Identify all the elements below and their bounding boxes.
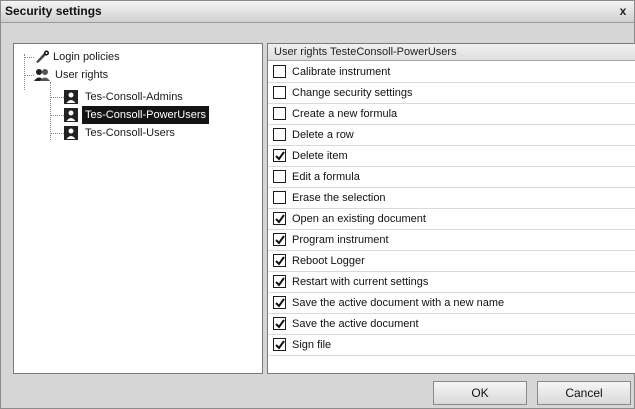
permission-row: Edit a formula [268,167,635,188]
tree-connector [24,54,25,90]
permission-checkbox[interactable] [273,338,286,351]
cancel-button[interactable]: Cancel [537,381,631,405]
permission-checkbox[interactable] [273,86,286,99]
permission-label: Save the active document with a new name [292,297,505,309]
permission-label: Open an existing document [292,213,426,225]
users-group-icon [34,68,50,88]
ok-button[interactable]: OK [433,381,527,405]
tree-connector [24,57,34,58]
window-title: Security settings [5,4,102,18]
permission-label: Save the active document [292,318,419,330]
permission-checkbox[interactable] [273,107,286,120]
permission-label: Erase the selection [292,192,386,204]
permission-row: Erase the selection [268,188,635,209]
tree-label: Tes-Consoll-Admins [85,91,183,103]
tree-connector [24,75,34,76]
permission-row: Delete a row [268,125,635,146]
permission-row: Sign file [268,335,635,356]
permission-checkbox[interactable] [273,233,286,246]
permission-row: Delete item [268,146,635,167]
permission-row: Change security settings [268,83,635,104]
tree-label: User rights [55,69,109,81]
permission-label: Delete a row [292,129,354,141]
permission-row: Restart with current settings [268,272,635,293]
tree-connector [50,133,64,134]
permission-checkbox[interactable] [273,191,286,204]
permission-row: Reboot Logger [268,251,635,272]
permission-label: Create a new formula [292,108,398,120]
pencil-key-icon [34,50,50,70]
tree-connector [50,82,51,140]
permission-row: Save the active document [268,314,635,335]
permission-label: Change security settings [292,87,413,99]
permission-checkbox[interactable] [273,212,286,225]
permission-checkbox[interactable] [273,65,286,78]
permission-checkbox[interactable] [273,296,286,309]
permission-label: Reboot Logger [292,255,365,267]
permission-row: Calibrate instrument [268,62,635,83]
tree-connector [50,115,64,116]
permission-label: Edit a formula [292,171,360,183]
permission-checkbox[interactable] [273,170,286,183]
security-settings-window: Security settings x Login policies User … [0,0,635,409]
permission-label: Delete item [292,150,348,162]
permission-row: Program instrument [268,230,635,251]
permission-checkbox[interactable] [273,317,286,330]
permission-label: Restart with current settings [292,276,429,288]
permission-label: Sign file [292,339,332,351]
tree-label: Login policies [53,51,120,63]
permission-label: Calibrate instrument [292,66,391,78]
permissions-header: User rights TesteConsoll-PowerUsers [268,44,635,61]
close-button[interactable]: x [616,3,630,19]
permission-row: Open an existing document [268,209,635,230]
permissions-list: User rights TesteConsoll-PowerUsers Cali… [267,43,635,374]
permission-checkbox[interactable] [273,149,286,162]
user-tree-panel: Login policies User rights Tes-Consoll-A… [13,43,263,374]
user-icon [64,108,78,128]
permission-checkbox[interactable] [273,128,286,141]
permission-row: Save the active document with a new name [268,293,635,314]
permission-row: Create a new formula [268,104,635,125]
user-icon [64,126,78,146]
permission-checkbox[interactable] [273,275,286,288]
user-icon [64,90,78,110]
tree-connector [50,97,64,98]
tree-label: Tes-Consoll-PowerUsers [82,106,210,124]
permission-checkbox[interactable] [273,254,286,267]
permission-label: Program instrument [292,234,389,246]
title-bar: Security settings x [1,1,634,23]
tree-label: Tes-Consoll-Users [85,127,175,139]
